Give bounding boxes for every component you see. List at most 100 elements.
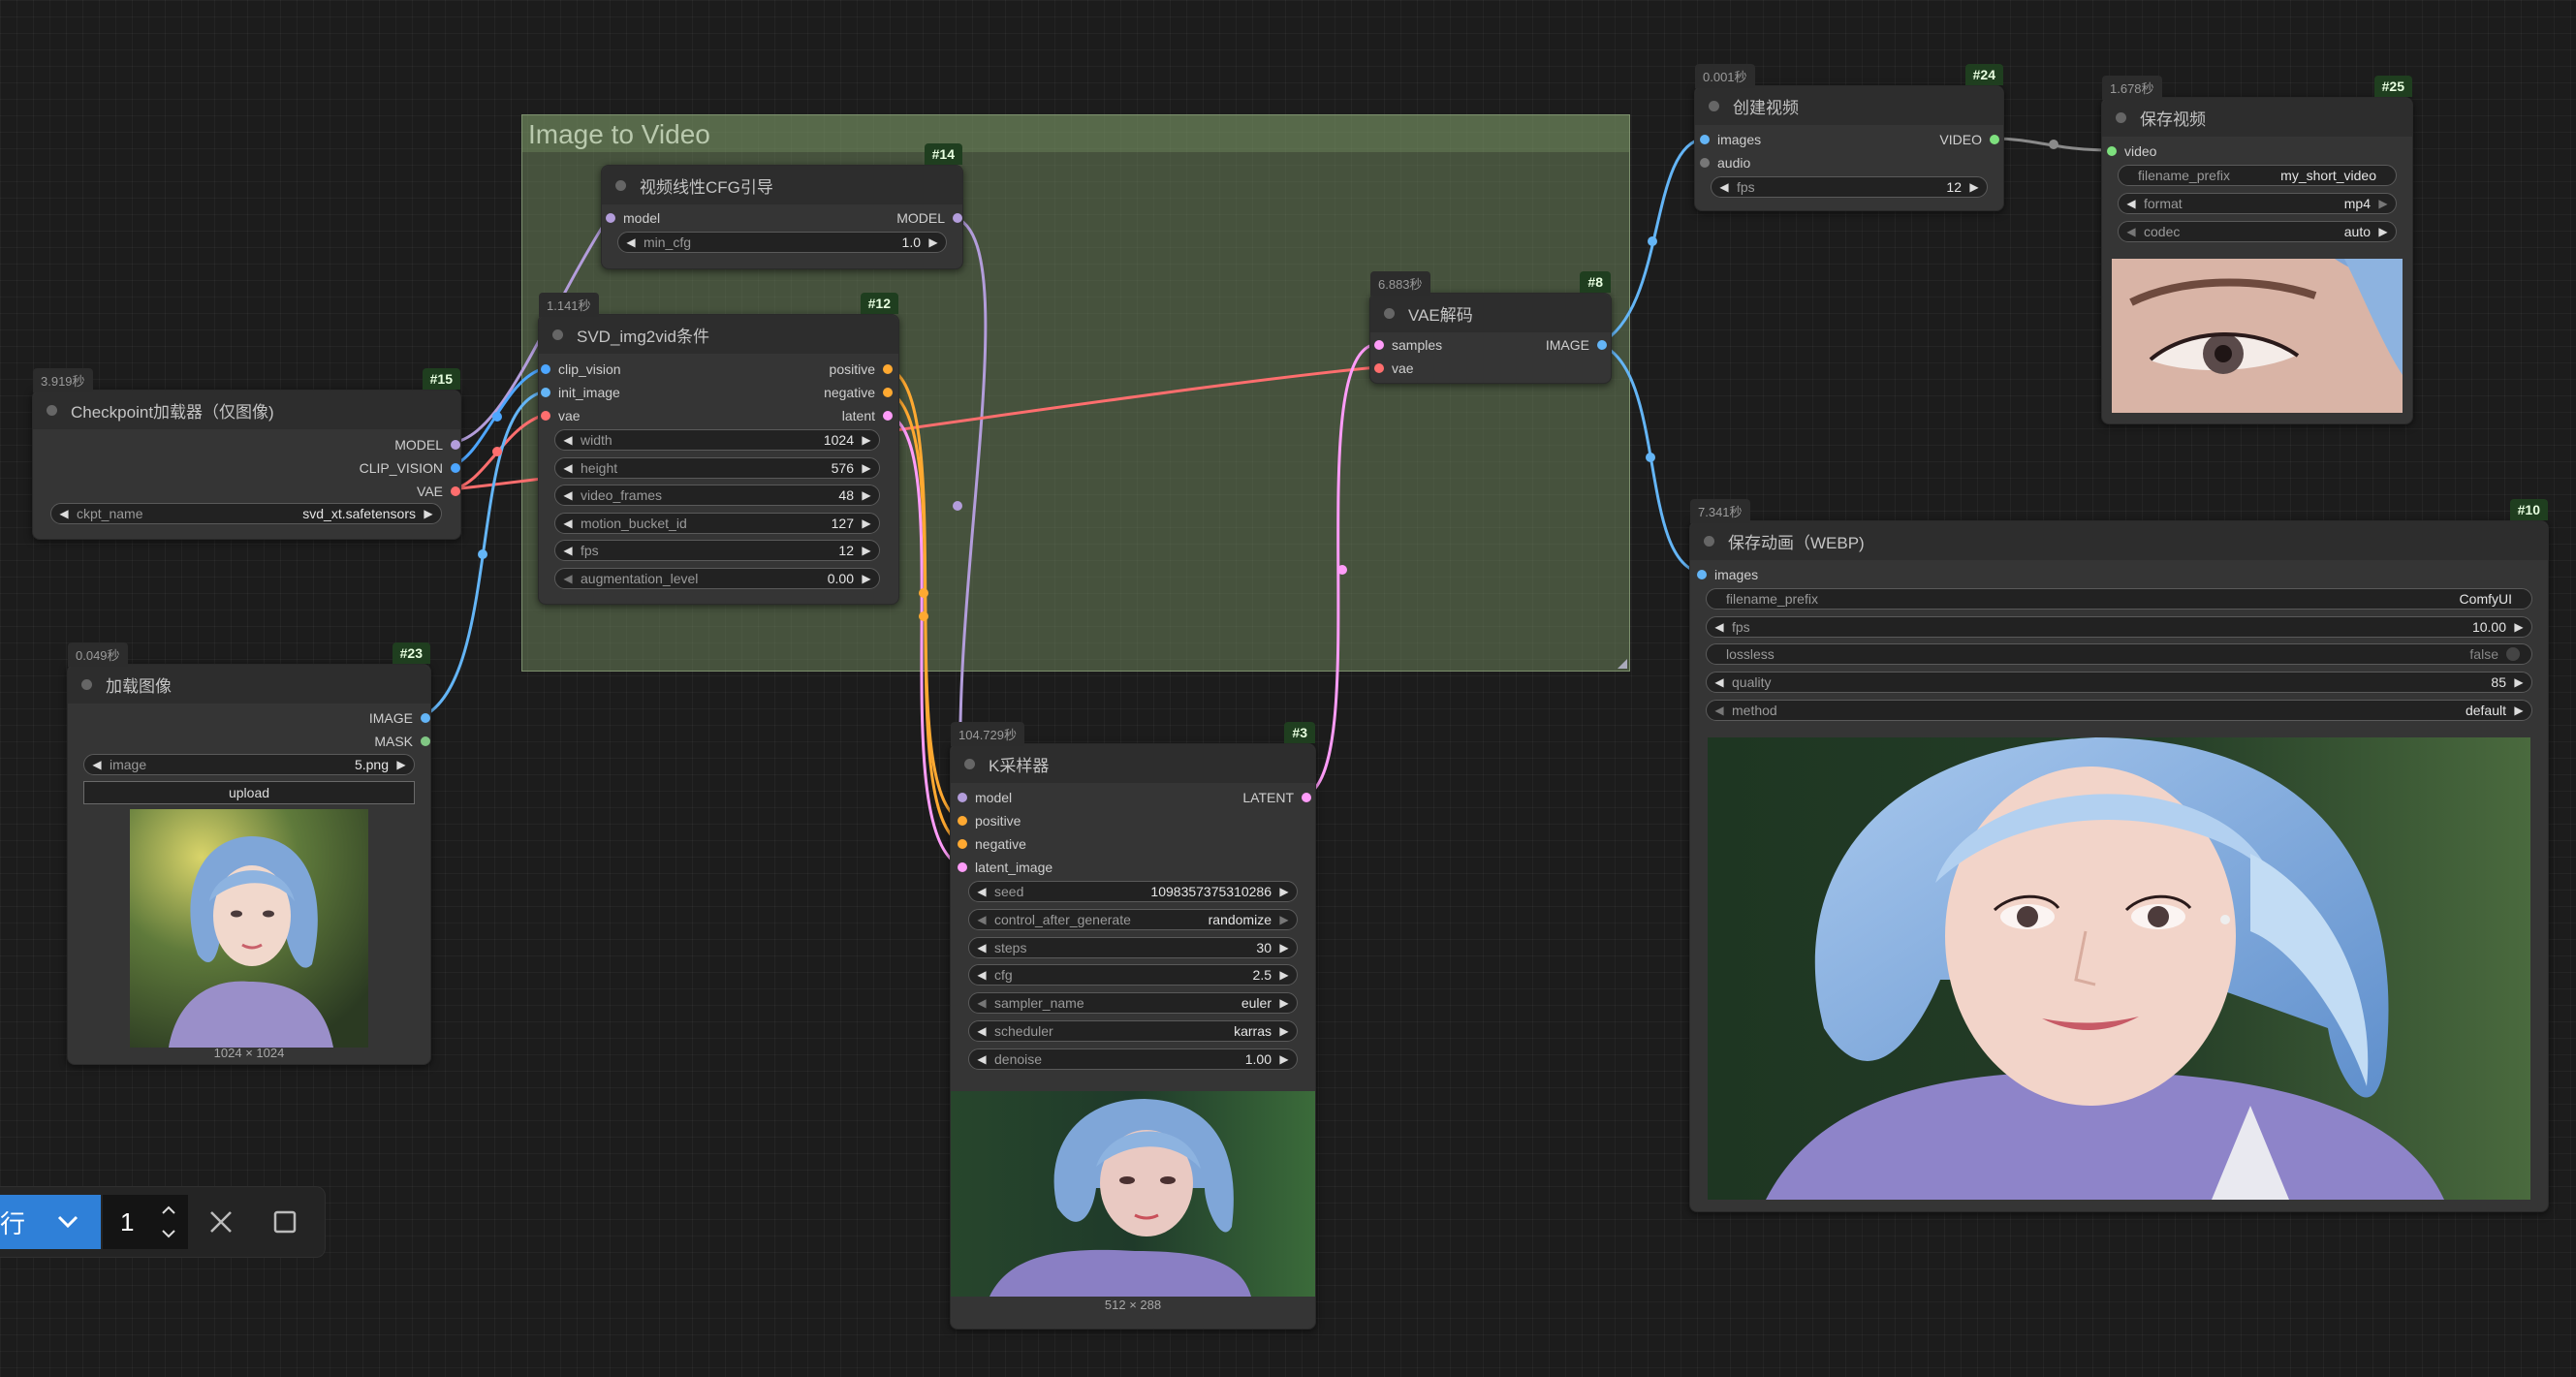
arrow-right-icon[interactable]: ▶ [394, 758, 408, 771]
arrow-left-icon[interactable]: ◀ [1712, 704, 1726, 717]
collapse-dot-icon[interactable] [1704, 535, 1714, 547]
node-ksampler[interactable]: 104.729秒 #3 K采样器 model positive negative… [950, 722, 1316, 1330]
output-video[interactable]: VIDEO [1939, 130, 1999, 149]
arrow-left-icon[interactable]: ◀ [2124, 197, 2138, 210]
widget-motion-bucket-id[interactable]: ◀ motion_bucket_id 127 ▶ [554, 513, 880, 534]
output-dot-icon[interactable] [421, 736, 430, 746]
input-dot-icon[interactable] [1700, 135, 1710, 144]
arrow-right-icon[interactable]: ▶ [1277, 1024, 1291, 1038]
arrow-left-icon[interactable]: ◀ [57, 507, 71, 520]
arrow-right-icon[interactable]: ▶ [2512, 620, 2526, 634]
output-dot-icon[interactable] [883, 364, 893, 374]
node-header[interactable]: 视频线性CFG引导 [602, 166, 962, 204]
upload-button[interactable]: upload [83, 781, 415, 804]
widget-filename-prefix[interactable]: filename_prefix ComfyUI [1706, 588, 2532, 610]
widget-steps[interactable]: ◀ steps 30 ▶ [968, 937, 1298, 958]
node-save-video[interactable]: 1.678秒 #25 保存视频 video filename_prefix my_… [2101, 76, 2413, 424]
widget-sampler-name[interactable]: ◀ sampler_name euler ▶ [968, 992, 1298, 1014]
input-video[interactable]: video [2107, 141, 2156, 161]
input-dot-icon[interactable] [1374, 340, 1384, 350]
arrow-left-icon[interactable]: ◀ [975, 1052, 989, 1066]
output-mask[interactable]: MASK [374, 732, 430, 751]
widget-format[interactable]: ◀ format mp4 ▶ [2118, 193, 2397, 214]
arrow-left-icon[interactable]: ◀ [975, 941, 989, 955]
close-icon[interactable] [207, 1208, 235, 1236]
arrow-left-icon[interactable]: ◀ [90, 758, 104, 771]
arrow-left-icon[interactable]: ◀ [2124, 225, 2138, 238]
arrow-right-icon[interactable]: ▶ [860, 544, 873, 557]
output-clip-vision[interactable]: CLIP_VISION [360, 458, 460, 478]
output-dot-icon[interactable] [421, 713, 430, 723]
widget-lossless-toggle[interactable]: lossless false [1706, 643, 2532, 665]
toggle-knob-icon[interactable] [2506, 647, 2520, 661]
arrow-left-icon[interactable]: ◀ [624, 235, 638, 249]
widget-method[interactable]: ◀ method default ▶ [1706, 700, 2532, 721]
chevron-down-icon[interactable] [56, 1212, 79, 1232]
arrow-right-icon[interactable]: ▶ [1967, 180, 1981, 194]
arrow-left-icon[interactable]: ◀ [1717, 180, 1731, 194]
arrow-left-icon[interactable]: ◀ [975, 996, 989, 1010]
input-clip-vision[interactable]: clip_vision [541, 360, 621, 379]
queue-run-button[interactable]: 行 [0, 1195, 101, 1249]
node-load-image[interactable]: 0.049秒 #23 加载图像 IMAGE MASK ◀ image 5.png ▶ … [67, 642, 431, 1065]
output-latent[interactable]: latent [842, 406, 893, 425]
arrow-left-icon[interactable]: ◀ [561, 488, 575, 502]
input-model[interactable]: model [606, 208, 660, 228]
stop-square-icon[interactable] [273, 1210, 297, 1234]
node-header[interactable]: K采样器 [951, 744, 1315, 783]
output-dot-icon[interactable] [883, 411, 893, 421]
output-negative[interactable]: negative [824, 383, 893, 402]
widget-min-cfg[interactable]: ◀ min_cfg 1.0 ▶ [617, 232, 947, 253]
widget-video-frames[interactable]: ◀ video_frames 48 ▶ [554, 485, 880, 506]
input-images[interactable]: images [1700, 130, 1761, 149]
increment-icon[interactable] [159, 1201, 178, 1220]
widget-filename-prefix[interactable]: filename_prefix my_short_video [2118, 165, 2397, 186]
collapse-dot-icon[interactable] [2116, 111, 2126, 123]
output-image[interactable]: IMAGE [369, 708, 430, 728]
arrow-right-icon[interactable]: ▶ [422, 507, 435, 520]
widget-control-after-generate[interactable]: ◀ control_after_generate randomize ▶ [968, 909, 1298, 930]
input-dot-icon[interactable] [541, 411, 550, 421]
input-vae[interactable]: vae [541, 406, 581, 425]
arrow-right-icon[interactable]: ▶ [2512, 704, 2526, 717]
arrow-left-icon[interactable]: ◀ [975, 968, 989, 982]
input-dot-icon[interactable] [958, 816, 967, 826]
collapse-dot-icon[interactable] [1709, 100, 1719, 111]
input-audio[interactable]: audio [1700, 153, 1750, 172]
group-title[interactable]: Image to Video [522, 115, 1629, 152]
input-dot-icon[interactable] [958, 839, 967, 849]
node-video-linear-cfg-guidance[interactable]: #14 视频线性CFG引导 model MODEL ◀ min_cfg 1.0 ▶ [601, 143, 963, 269]
node-svd-img2vid-conditioning[interactable]: 1.141秒 #12 SVD_img2vid条件 clip_vision ini… [538, 293, 899, 605]
arrow-left-icon[interactable]: ◀ [561, 516, 575, 530]
widget-fps[interactable]: ◀ fps 12 ▶ [1711, 176, 1988, 198]
arrow-right-icon[interactable]: ▶ [1277, 885, 1291, 898]
node-vae-decode[interactable]: 6.883秒 #8 VAE解码 samples vae IMAGE [1369, 271, 1612, 384]
widget-denoise[interactable]: ◀ denoise 1.00 ▶ [968, 1048, 1298, 1070]
arrow-right-icon[interactable]: ▶ [1277, 1052, 1291, 1066]
node-header[interactable]: VAE解码 [1370, 294, 1611, 332]
input-dot-icon[interactable] [1374, 363, 1384, 373]
widget-width[interactable]: ◀ width 1024 ▶ [554, 429, 880, 451]
decrement-icon[interactable] [159, 1224, 178, 1243]
input-dot-icon[interactable] [958, 793, 967, 802]
input-model[interactable]: model [958, 788, 1012, 807]
arrow-left-icon[interactable]: ◀ [975, 885, 989, 898]
input-init-image[interactable]: init_image [541, 383, 620, 402]
arrow-right-icon[interactable]: ▶ [2376, 197, 2390, 210]
node-checkpoint-loader[interactable]: 3.919秒 #15 Checkpoint加载器（仅图像) MODEL CLIP… [32, 368, 461, 540]
collapse-dot-icon[interactable] [552, 329, 563, 340]
arrow-right-icon[interactable]: ▶ [860, 516, 873, 530]
widget-ckpt-name[interactable]: ◀ ckpt_name svd_xt.safetensors ▶ [50, 503, 442, 524]
output-dot-icon[interactable] [1597, 340, 1607, 350]
input-negative[interactable]: negative [958, 834, 1026, 854]
arrow-right-icon[interactable]: ▶ [2512, 675, 2526, 689]
arrow-right-icon[interactable]: ▶ [1277, 913, 1291, 926]
node-header[interactable]: 创建视频 [1695, 86, 2003, 125]
output-dot-icon[interactable] [1990, 135, 1999, 144]
node-header[interactable]: 保存视频 [2102, 98, 2412, 137]
arrow-right-icon[interactable]: ▶ [1277, 941, 1291, 955]
output-dot-icon[interactable] [451, 440, 460, 450]
output-latent[interactable]: LATENT [1242, 788, 1311, 807]
widget-seed[interactable]: ◀ seed 1098357375310286 ▶ [968, 881, 1298, 902]
output-vae[interactable]: VAE [417, 482, 460, 501]
